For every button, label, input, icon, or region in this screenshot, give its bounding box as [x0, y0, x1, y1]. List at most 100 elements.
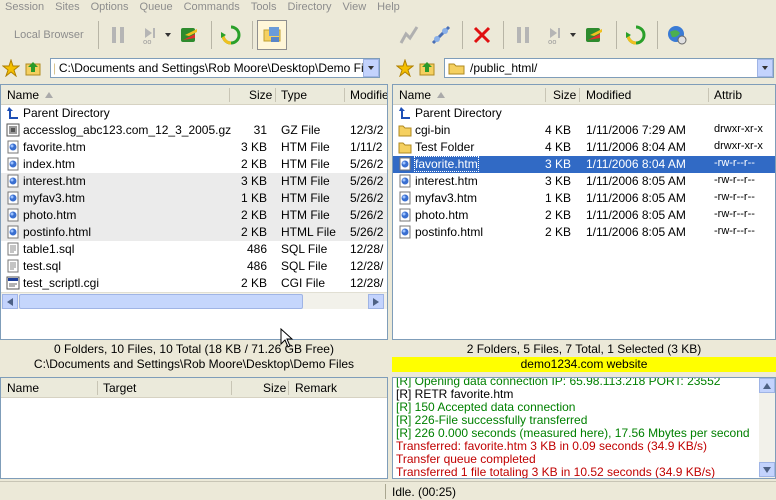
right-path-input[interactable]: /public_html/	[444, 58, 774, 78]
connect-icon[interactable]	[394, 20, 424, 50]
file-name: photo.htm	[23, 208, 77, 222]
file-name: test.sql	[23, 259, 62, 273]
table-row[interactable]: photo.htm 2 KB HTM File 5/26/2	[1, 207, 387, 224]
file-modified: 1/11/2006 8:04 AM	[586, 140, 686, 154]
site-manager-icon[interactable]	[662, 20, 692, 50]
column-attrib[interactable]: Attrib	[714, 88, 742, 102]
toolbar-separator	[97, 21, 99, 49]
table-row[interactable]: index.htm 2 KB HTM File 5/26/2	[1, 156, 387, 173]
local-browser-toggle-icon[interactable]	[256, 20, 287, 50]
scroll-down-icon[interactable]	[759, 462, 775, 477]
skip-icon[interactable]: oo	[540, 20, 570, 50]
menu-item-sites[interactable]: Sites	[50, 0, 85, 14]
menu-item-help[interactable]: Help	[372, 0, 406, 14]
file-size: 2 KB	[240, 157, 267, 171]
column-modified[interactable]: Modifie	[350, 88, 387, 102]
column-modified[interactable]: Modified	[586, 88, 631, 102]
star-icon[interactable]	[396, 59, 414, 77]
queue-column-name[interactable]: Name	[7, 381, 39, 395]
queue-column-target[interactable]: Target	[103, 381, 136, 395]
file-modified: 1/11/2006 8:05 AM	[586, 208, 686, 222]
menu-item-session[interactable]: Session	[0, 0, 50, 14]
column-name[interactable]: Name	[7, 88, 39, 102]
refresh-icon[interactable]	[621, 20, 651, 50]
table-row[interactable]: interest.htm 3 KB HTM File 5/26/2	[1, 173, 387, 190]
table-row[interactable]: photo.htm 2 KB 1/11/2006 8:05 AM -rw-r--r--	[393, 207, 775, 224]
svg-text:oo: oo	[143, 38, 152, 45]
transfer-icon[interactable]	[580, 20, 610, 50]
table-row[interactable]: postinfo.html 2 KB 1/11/2006 8:05 AM -rw-r-…	[393, 224, 775, 241]
table-row[interactable]: Test Folder 4 KB 1/11/2006 8:04 AM drwxr-xr…	[393, 139, 775, 156]
pause-icon[interactable]	[103, 20, 133, 50]
disconnect-icon[interactable]	[426, 20, 456, 50]
menu-item-tools[interactable]: Tools	[246, 0, 283, 14]
file-type: CGI File	[281, 276, 326, 290]
menu-item-directory[interactable]: Directory	[283, 0, 338, 14]
dropdown-arrow-icon[interactable]	[164, 33, 171, 37]
menu-item-commands[interactable]: Commands	[179, 0, 246, 14]
pause-icon[interactable]	[508, 20, 538, 50]
up-folder-icon[interactable]	[24, 59, 42, 77]
left-status-path: C:\Documents and Settings\Rob Moore\Desk…	[0, 357, 388, 372]
table-row[interactable]: favorite.htm 3 KB 1/11/2006 8:04 AM -rw-r--…	[393, 156, 775, 173]
file-size: 2 KB	[240, 225, 267, 239]
menu-item-view[interactable]: View	[338, 0, 373, 14]
star-icon[interactable]	[2, 59, 20, 77]
scroll-right-icon[interactable]	[368, 294, 384, 309]
column-name[interactable]: Name	[399, 88, 431, 102]
table-row[interactable]: myfav3.htm 1 KB HTM File 5/26/2	[1, 190, 387, 207]
file-size: 486	[246, 242, 267, 256]
queue-column-remark[interactable]: Remark	[295, 381, 337, 395]
folder-icon	[398, 142, 412, 154]
table-row[interactable]: table1.sql 486 SQL File 12/28/	[1, 241, 387, 258]
toolbar-separator	[657, 21, 658, 49]
transfer-icon[interactable]	[175, 20, 205, 50]
file-modified: 1/11/2	[350, 140, 383, 154]
right-path-text: /public_html/	[470, 61, 538, 75]
left-horizontal-scrollbar[interactable]	[1, 292, 387, 309]
html-file-icon	[399, 191, 411, 205]
refresh-icon[interactable]	[216, 20, 246, 50]
table-row[interactable]: test.sql 486 SQL File 12/28/	[1, 258, 387, 275]
scroll-up-icon[interactable]	[759, 378, 775, 393]
scroll-thumb[interactable]	[19, 294, 303, 309]
file-type: SQL File	[281, 242, 328, 256]
left-path-input[interactable]: C:\Documents and Settings\Rob Moore\Desk…	[50, 58, 380, 78]
table-row[interactable]: Parent Directory	[1, 105, 387, 122]
table-row[interactable]: interest.htm 3 KB 1/11/2006 8:05 AM -rw-r--…	[393, 173, 775, 190]
right-path-bar: /public_html/	[396, 57, 774, 79]
svg-text:oo: oo	[548, 38, 557, 45]
file-modified: 12/28/	[350, 276, 384, 290]
file-size: 3 KB	[544, 157, 571, 171]
menu-item-options[interactable]: Options	[86, 0, 135, 14]
file-size: 2 KB	[240, 276, 267, 290]
folder-icon	[54, 63, 55, 75]
file-name: interest.htm	[415, 174, 478, 188]
table-row[interactable]: Parent Directory	[393, 105, 775, 122]
file-name: postinfo.html	[415, 225, 484, 239]
sort-asc-icon	[45, 92, 53, 98]
file-name: Test Folder	[415, 140, 475, 154]
column-size[interactable]: Size	[553, 88, 576, 102]
table-row[interactable]: cgi-bin 4 KB 1/11/2006 7:29 AM drwxr-xr-x	[393, 122, 775, 139]
delete-icon[interactable]	[467, 20, 497, 50]
table-row[interactable]: favorite.htm 3 KB HTM File 1/11/2	[1, 139, 387, 156]
table-row[interactable]: test_scriptl.cgi 2 KB CGI File 12/28/	[1, 275, 387, 292]
dropdown-arrow-icon[interactable]	[570, 33, 576, 37]
left-path-dropdown-icon[interactable]	[363, 59, 379, 77]
menu-item-queue[interactable]: Queue	[135, 0, 179, 14]
column-size[interactable]: Size	[249, 88, 272, 102]
table-row[interactable]: postinfo.html 2 KB HTML File 5/26/2	[1, 224, 387, 241]
right-path-dropdown-icon[interactable]	[757, 59, 773, 77]
queue-panel: Name Target Size Remark	[0, 377, 388, 479]
table-row[interactable]: accesslog_abc123.com_12_3_2005.gz 31 GZ Fi…	[1, 122, 387, 139]
table-row[interactable]: myfav3.htm 1 KB 1/11/2006 8:05 AM -rw-r--r-…	[393, 190, 775, 207]
scroll-left-icon[interactable]	[2, 294, 18, 309]
up-folder-icon[interactable]	[418, 59, 436, 77]
column-type[interactable]: Type	[281, 88, 307, 102]
local-browser-label[interactable]: Local Browser	[4, 29, 94, 41]
file-attrib: -rw-r--r--	[714, 191, 755, 203]
skip-icon[interactable]: oo	[135, 20, 165, 50]
log-vertical-scrollbar[interactable]	[759, 378, 775, 478]
queue-column-size[interactable]: Size	[263, 381, 286, 395]
